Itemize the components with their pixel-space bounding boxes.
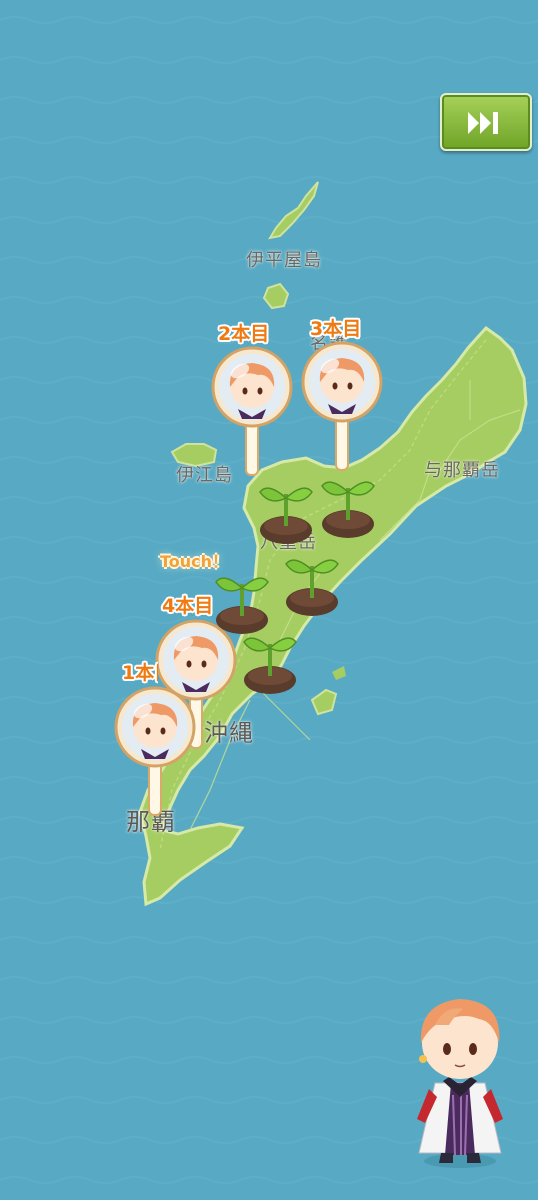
- sprout-icon[interactable]: [280, 540, 344, 618]
- pin-label-4: 4本目: [162, 595, 214, 617]
- pin-label-1: 1本目: [122, 662, 158, 684]
- sprout-icon[interactable]: [254, 468, 318, 546]
- place-name-yonaha: 与那覇岳: [424, 460, 500, 481]
- character-magnifier-icon[interactable]: [300, 340, 384, 474]
- skip-button[interactable]: [440, 93, 532, 151]
- fast-forward-icon: [468, 112, 498, 134]
- sprout-icon[interactable]: [238, 618, 302, 696]
- character-magnifier-icon[interactable]: [210, 345, 294, 479]
- place-name-iheya: 伊平屋島: [246, 250, 322, 271]
- pin-label-3: 3本目: [310, 318, 362, 340]
- character-magnifier-icon[interactable]: [113, 685, 197, 819]
- touch-prompt[interactable]: Touch！: [160, 548, 228, 572]
- pin-label-2: 2本目: [218, 323, 270, 345]
- chibi-character-icon[interactable]: [405, 985, 515, 1170]
